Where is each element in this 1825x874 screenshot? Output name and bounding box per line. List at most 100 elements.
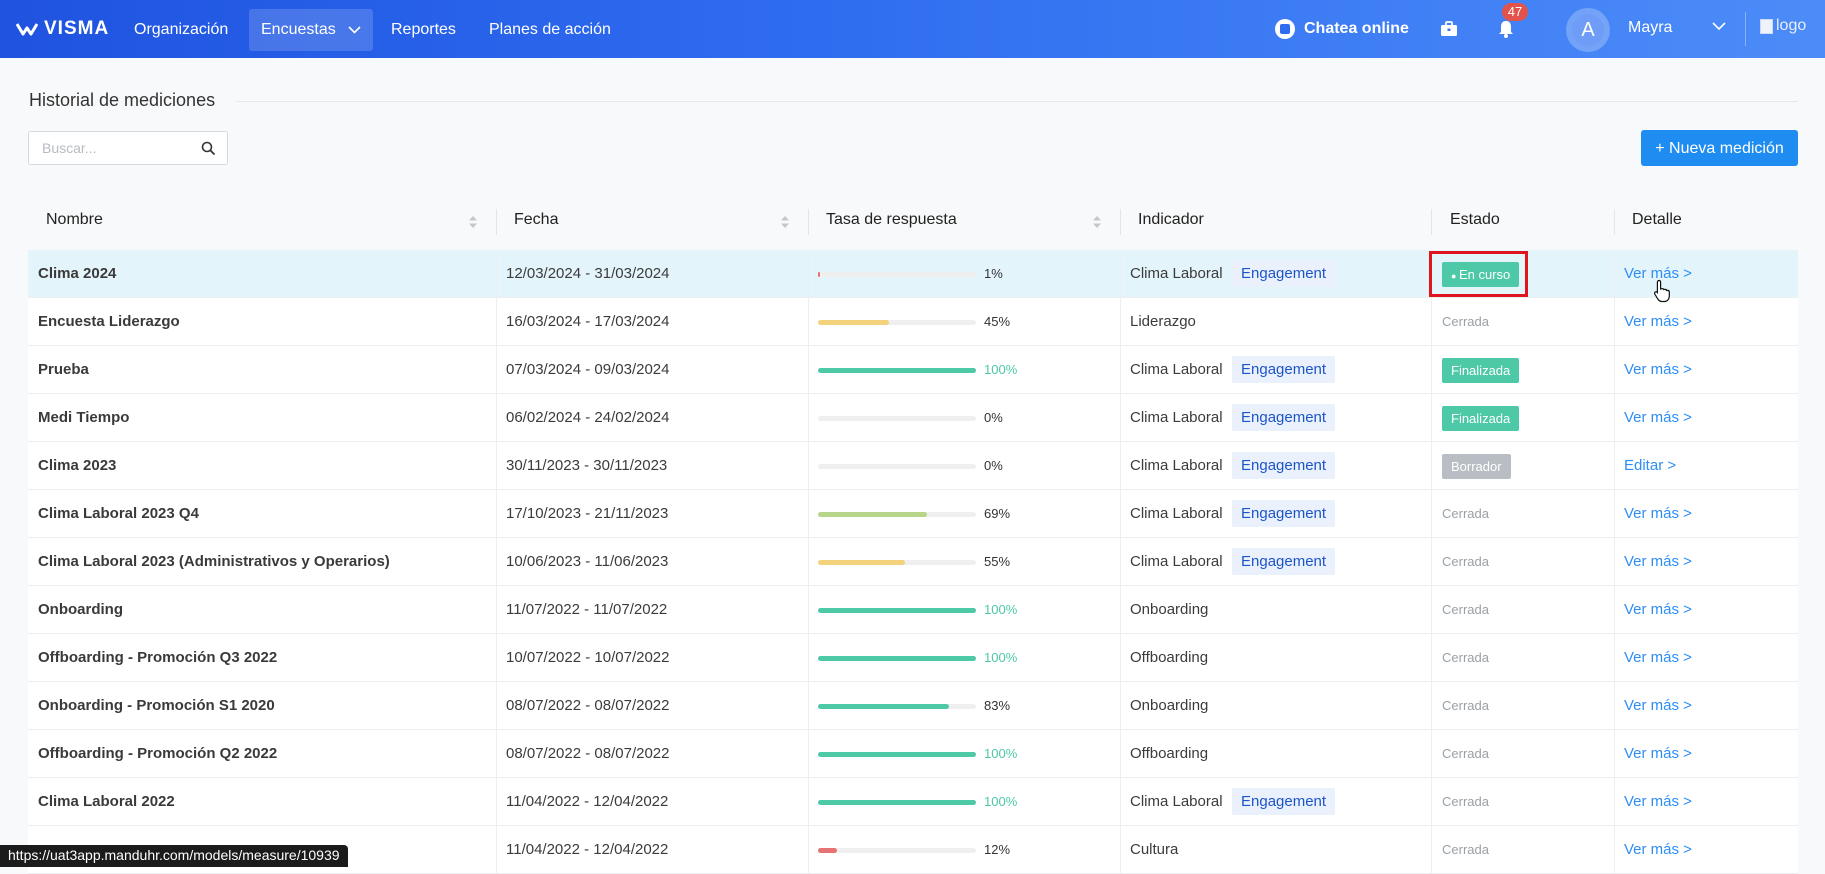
detail-link[interactable]: Ver más > [1624,634,1692,681]
response-rate-bar [818,848,976,853]
row-indicator: Clima Laboral [1130,265,1223,282]
table-row[interactable]: Offboarding - Promoción Q3 2022 10/07/202… [28,634,1798,682]
table-row[interactable]: Medi Tiempo 06/02/2024 - 24/02/2024 0% Clim… [28,394,1798,442]
search-input[interactable] [30,133,190,163]
notification-badge: 47 [1502,3,1528,21]
col-header-nombre[interactable]: Nombre [46,196,103,250]
nav-planes-accion[interactable]: Planes de acción [477,9,623,51]
status-text: Cerrada [1442,698,1489,713]
detail-link[interactable]: Editar > [1624,442,1676,489]
column-separator [1120,298,1121,345]
column-separator [496,442,497,489]
indicator-tag: Engagement [1232,500,1336,527]
row-date: 30/11/2023 - 30/11/2023 [506,457,668,474]
nav-encuestas[interactable]: Encuestas [249,9,374,51]
row-indicator: Clima Laboral [1130,793,1223,810]
table-row[interactable]: Clima Laboral 2023 Q4 17/10/2023 - 21/11/… [28,490,1798,538]
detail-link[interactable]: Ver más > [1624,298,1692,345]
detail-link[interactable]: Ver más > [1624,778,1692,825]
column-separator [1120,826,1121,873]
table-row[interactable]: Onboarding - Promoción S1 2020 08/07/2022… [28,682,1798,730]
header-separator [1614,209,1615,235]
column-separator [496,394,497,441]
indicator-tag: Engagement [1232,788,1336,815]
table-row[interactable]: Clima Laboral 2023 (Administrativos y Op… [28,538,1798,586]
detail-link[interactable]: Ver más > [1624,346,1692,393]
column-separator [1120,250,1121,297]
table-row[interactable]: Prueba 07/03/2024 - 09/03/2024 100% Clima L… [28,346,1798,394]
col-header-fecha[interactable]: Fecha [514,196,558,250]
sort-icon[interactable] [780,214,790,230]
response-rate-bar [818,800,976,805]
response-rate-bar [818,704,976,709]
status-text: Cerrada [1442,794,1489,809]
row-date: 07/03/2024 - 09/03/2024 [506,361,670,378]
table-row[interactable]: Clima 2024 12/03/2024 - 31/03/2024 1% Clima… [28,250,1798,298]
user-menu-chevron-icon[interactable] [1712,22,1726,31]
header-separator [808,209,809,235]
search-box [28,131,228,165]
user-name[interactable]: Mayra [1628,19,1672,37]
column-separator [1120,778,1121,825]
detail-link[interactable]: Ver más > [1624,730,1692,777]
table-row[interactable]: Onboarding 11/07/2022 - 11/07/2022 100% Onb… [28,586,1798,634]
col-header-tasa[interactable]: Tasa de respuesta [826,196,957,250]
indicator-tag: Engagement [1232,452,1336,479]
bell-icon[interactable] [1495,18,1517,40]
indicator-tag: Engagement [1232,356,1336,383]
indicator-tag: Engagement [1232,548,1336,575]
column-separator [496,634,497,681]
response-rate-value: 83% [984,698,1011,713]
response-rate-value: 0% [984,410,1003,425]
response-rate-bar [818,656,976,661]
column-separator [1614,682,1615,729]
nav-organizacion[interactable]: Organización [122,9,240,51]
header-separator [1120,209,1121,235]
chat-online-button[interactable]: Chatea online [1275,16,1409,42]
response-rate-value: 100% [984,362,1018,377]
status-text: Cerrada [1442,602,1489,617]
table-row[interactable]: Encuesta Liderazgo 16/03/2024 - 17/03/202… [28,298,1798,346]
column-separator [808,778,809,825]
table-row[interactable]: Clima Laboral 2022 11/04/2022 - 12/04/202… [28,778,1798,826]
briefcase-icon[interactable] [1438,18,1460,40]
table-row[interactable]: Offboarding - Promoción Q2 2022 08/07/202… [28,730,1798,778]
column-separator [1614,490,1615,537]
new-measurement-button[interactable]: + Nueva medición [1641,130,1798,166]
status-text: Cerrada [1442,650,1489,665]
search-icon[interactable] [201,141,216,156]
response-rate-fill [818,320,889,325]
company-logo-alt: logo [1776,17,1807,34]
response-rate-fill [818,272,820,277]
sort-icon[interactable] [468,214,478,230]
row-indicator: Clima Laboral [1130,409,1223,426]
column-separator [1431,346,1432,393]
column-separator [1431,778,1432,825]
table-row[interactable]: Clima 2023 30/11/2023 - 30/11/2023 0% Clima… [28,442,1798,490]
row-name: Onboarding - Promoción S1 2020 [38,697,275,714]
response-rate-value: 1% [984,266,1003,281]
hand-cursor-icon [1653,279,1670,303]
detail-link[interactable]: Ver más > [1624,682,1692,729]
avatar[interactable]: A [1572,14,1604,46]
nav-reportes[interactable]: Reportes [379,9,468,51]
row-date: 11/07/2022 - 11/07/2022 [506,601,668,618]
column-separator [808,538,809,585]
detail-link[interactable]: Ver más > [1624,586,1692,633]
sort-icon[interactable] [1092,214,1102,230]
row-date: 12/03/2024 - 31/03/2024 [506,265,670,282]
column-separator [808,394,809,441]
detail-link[interactable]: Ver más > [1624,490,1692,537]
column-separator [496,826,497,873]
measurements-table: Nombre Fecha Tasa de respuesta Indicador… [28,196,1798,874]
response-rate-bar [818,272,976,277]
column-separator [1120,634,1121,681]
column-separator [1120,394,1121,441]
detail-link[interactable]: Ver más > [1624,538,1692,585]
brand-logo[interactable]: VISMA [16,18,109,40]
detail-link[interactable]: Ver más > [1624,394,1692,441]
status-badge: Finalizada [1442,358,1520,383]
column-separator [1120,538,1121,585]
detail-link[interactable]: Ver más > [1624,826,1692,873]
column-separator [808,442,809,489]
